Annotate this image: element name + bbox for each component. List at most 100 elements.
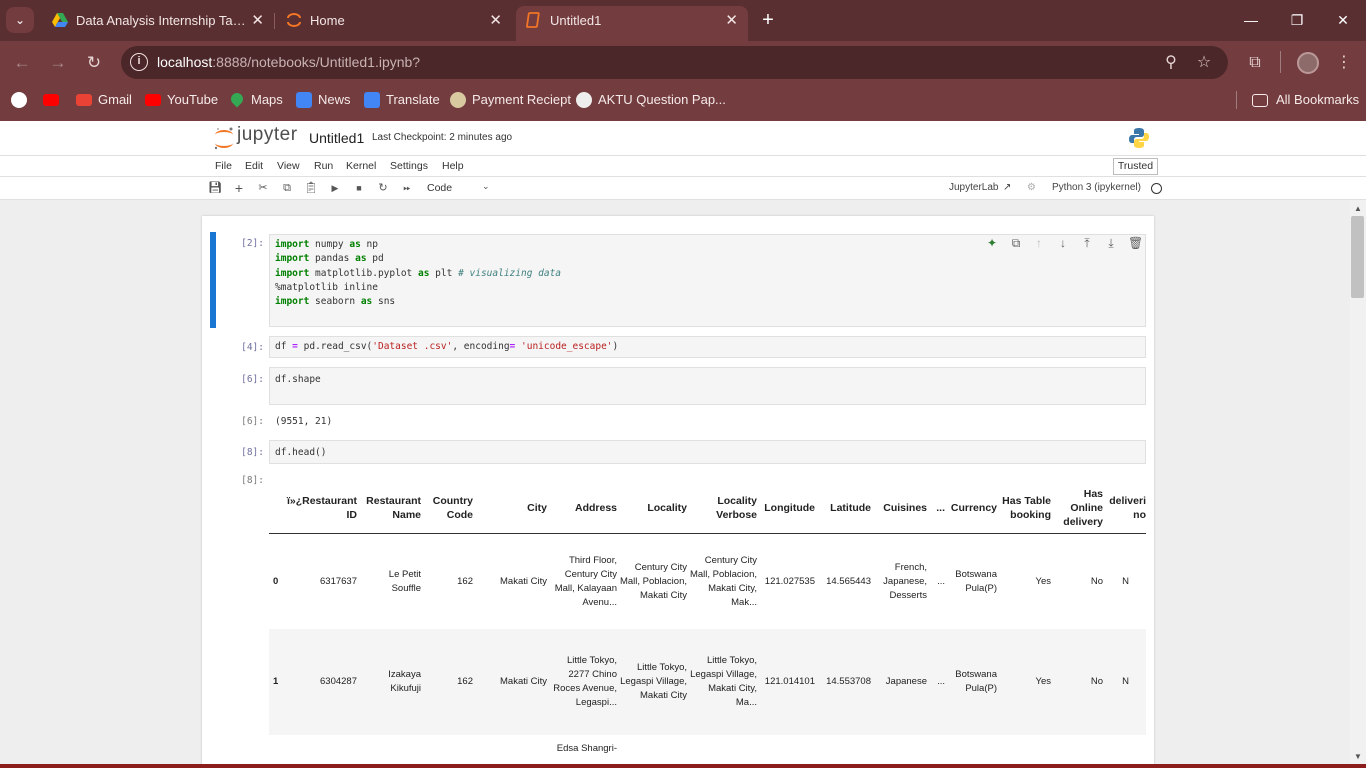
menu-help[interactable]: Help — [442, 160, 464, 172]
column-header: ï»¿Restaurant ID — [286, 495, 357, 521]
browser-tab-strip: ⌄ Data Analysis Internship Task .p ✕ Hom… — [0, 0, 1366, 41]
insert-above-icon[interactable]: ⤒ — [1080, 236, 1094, 250]
cut-icon[interactable]: ✂ — [256, 181, 270, 195]
bookmark-google[interactable] — [11, 84, 29, 116]
paste-icon[interactable]: 📋︎ — [304, 181, 318, 195]
scrollbar-thumb[interactable] — [1351, 216, 1364, 298]
menu-view[interactable]: View — [277, 160, 300, 172]
close-window-button[interactable]: ✕ — [1320, 0, 1366, 41]
bookmark-label: YouTube — [167, 92, 219, 107]
move-up-icon[interactable]: ↑ — [1032, 236, 1046, 250]
code-cell-input[interactable]: df = pd.read_csv('Dataset .csv', encodin… — [269, 336, 1146, 358]
tab-data-analysis[interactable]: Data Analysis Internship Task .p ✕ — [42, 6, 274, 35]
close-icon[interactable]: ✕ — [725, 6, 738, 35]
code-keyword: as — [360, 296, 373, 307]
cell-prompt: [8]: — [241, 447, 264, 458]
code-string: 'unicode_escape' — [521, 341, 613, 352]
delete-icon[interactable]: 🗑︎ — [1128, 236, 1143, 250]
column-header: Locality — [647, 502, 687, 514]
run-icon[interactable]: ▶ — [328, 181, 342, 195]
menu-kernel[interactable]: Kernel — [346, 160, 376, 172]
fast-forward-icon[interactable]: ⏩︎ — [400, 181, 414, 195]
bookmark-gmail[interactable]: Gmail — [76, 84, 132, 116]
menu-file[interactable]: File — [215, 160, 232, 172]
save-icon[interactable]: 💾︎ — [208, 181, 222, 195]
site-info-icon[interactable]: i — [130, 53, 148, 71]
tab-divider — [274, 13, 275, 29]
avatar[interactable] — [1297, 52, 1319, 74]
kernel-name[interactable]: Python 3 (ipykernel) — [1052, 182, 1141, 193]
restart-icon[interactable]: ↻ — [376, 181, 390, 195]
code-keyword: as — [418, 268, 430, 279]
bookmark-news[interactable]: News — [296, 84, 351, 116]
jupyter-logo-icon[interactable] — [212, 126, 236, 152]
maps-icon — [228, 90, 246, 108]
bookmark-youtube[interactable]: YouTube — [145, 84, 218, 116]
table-cell: Botswana Pula(P) — [955, 669, 997, 694]
jupyter-menubar: File Edit View Run Kernel Settings Help … — [0, 155, 1366, 177]
jupyterlab-link[interactable]: JupyterLab — [949, 182, 998, 193]
code-keyword: as — [355, 253, 367, 264]
code-cell-input[interactable]: df.shape — [269, 367, 1146, 405]
code-keyword: import — [275, 296, 310, 307]
back-icon[interactable]: ← — [10, 51, 34, 75]
cell-type-select[interactable]: Code — [427, 182, 452, 194]
table-cell: Little Tokyo, Legaspi Village, Makati Ci… — [620, 662, 687, 701]
move-down-icon[interactable]: ↓ — [1056, 236, 1070, 250]
forward-icon[interactable]: → — [46, 51, 70, 75]
address-bar[interactable]: i localhost:8888/notebooks/Untitled1.ipy… — [121, 46, 1228, 79]
tab-title: Untitled1 — [550, 13, 602, 28]
bookmark-youtube-icon-only[interactable] — [43, 84, 61, 116]
gear-icon: ⚙ — [1027, 182, 1036, 193]
bookmark-label: Maps — [251, 92, 283, 107]
table-cell: 162 — [457, 676, 473, 687]
stop-icon[interactable]: ■ — [352, 181, 366, 195]
menu-run[interactable]: Run — [314, 160, 333, 172]
table-cell: Makati City — [500, 676, 547, 687]
trusted-indicator[interactable]: Trusted — [1113, 158, 1158, 175]
all-bookmarks[interactable]: All Bookmarks — [1252, 84, 1359, 116]
table-cell: Japanese — [885, 676, 927, 687]
column-header: Currency — [950, 502, 997, 514]
youtube-icon — [145, 94, 161, 106]
new-tab-button[interactable]: + — [756, 6, 780, 34]
duplicate-icon[interactable]: ⧉ — [1009, 236, 1023, 250]
bookmark-label: Gmail — [98, 92, 132, 107]
copy-icon[interactable]: ⧉ — [280, 181, 294, 195]
extensions-icon[interactable]: ⧉ — [1243, 51, 1267, 75]
column-header: City — [527, 502, 547, 514]
insert-cell-icon[interactable]: + — [232, 181, 246, 195]
notebook-title[interactable]: Untitled1 — [309, 130, 364, 146]
insert-below-icon[interactable]: ⤓ — [1104, 236, 1118, 250]
tab-untitled1[interactable]: Untitled1 ✕ — [516, 6, 748, 41]
site-icon — [450, 92, 466, 108]
output-prompt: [6]: — [241, 416, 264, 427]
external-link-icon[interactable]: ↗ — [1003, 182, 1011, 193]
menu-edit[interactable]: Edit — [245, 160, 263, 172]
tab-search-button[interactable]: ⌄ — [6, 7, 34, 33]
bookmark-aktu[interactable]: AKTU Question Pap... — [576, 84, 726, 116]
sparkle-icon[interactable]: ✦ — [985, 236, 999, 250]
menu-settings[interactable]: Settings — [390, 160, 428, 172]
scroll-down-icon[interactable]: ▼ — [1352, 752, 1364, 761]
tab-title: Home — [310, 13, 345, 28]
tab-home[interactable]: Home ✕ — [276, 6, 512, 35]
scroll-up-icon[interactable]: ▲ — [1352, 204, 1364, 213]
more-menu-icon[interactable]: ⋮ — [1332, 51, 1356, 75]
reload-icon[interactable]: ↻ — [82, 51, 106, 75]
bookmark-star-icon[interactable]: ☆ — [1193, 52, 1215, 74]
table-cell: No — [1090, 576, 1103, 587]
restore-button[interactable]: ❐ — [1274, 0, 1320, 41]
code-cell-input[interactable]: df.head() — [269, 440, 1146, 464]
chevron-down-icon[interactable]: ⌄ — [482, 181, 490, 192]
url-text[interactable]: localhost:8888/notebooks/Untitled1.ipynb… — [157, 46, 420, 79]
folder-icon — [1252, 94, 1268, 107]
bookmark-payment[interactable]: Payment Reciept — [450, 84, 571, 116]
close-icon[interactable]: ✕ — [251, 6, 264, 35]
zoom-icon[interactable]: ⚲ — [1160, 52, 1182, 74]
table-cell: 14.565443 — [826, 576, 871, 587]
close-icon[interactable]: ✕ — [489, 6, 502, 35]
minimize-button[interactable]: — — [1228, 0, 1274, 41]
bookmark-translate[interactable]: Translate — [364, 84, 440, 116]
bookmark-maps[interactable]: Maps — [228, 84, 283, 116]
